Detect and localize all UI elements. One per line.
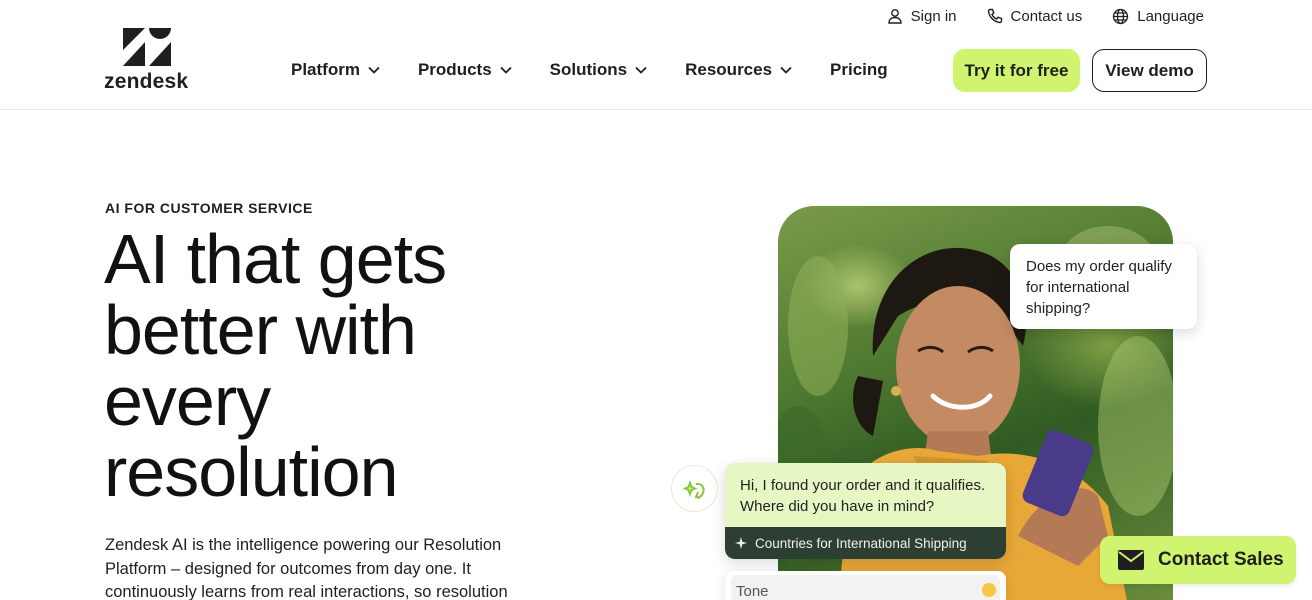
hero-description: Zendesk AI is the intelligence powering … [105, 534, 525, 600]
description-line: continuously learns from real interactio… [105, 583, 508, 600]
smile-emoji-icon [982, 583, 996, 597]
description-line: Platform – designed for outcomes from da… [105, 559, 471, 578]
tone-label: Tone [736, 583, 769, 600]
nav-label: Resources [685, 60, 773, 79]
contact-sales-label: Contact Sales [1158, 549, 1284, 570]
question-line: for international [1026, 279, 1130, 296]
headline-line: every [104, 362, 271, 440]
help-article-link[interactable]: Countries for International Shipping [725, 527, 1006, 559]
reply-line: Hi, I found your order and it qualifies. [740, 477, 986, 494]
nav-item-products[interactable]: Products [418, 58, 512, 82]
envelope-icon [1118, 550, 1144, 570]
hero-headline: AI that gets better with every resolutio… [104, 224, 564, 508]
ai-sparkle-icon [681, 479, 705, 499]
language-selector[interactable]: Language [1112, 6, 1204, 26]
headline-line: AI that gets [104, 220, 447, 298]
headline-line: better with [104, 291, 417, 369]
nav-item-pricing[interactable]: Pricing [830, 58, 888, 82]
nav-item-platform[interactable]: Platform [291, 58, 380, 82]
chevron-down-icon [635, 66, 647, 74]
site-header: zendesk Sign in Contact us Language Plat… [0, 0, 1312, 110]
nav-label: Platform [291, 60, 360, 79]
description-line: Zendesk AI is the intelligence powering … [105, 536, 502, 554]
nav-label: Products [417, 60, 492, 79]
zendesk-logo[interactable]: zendesk [104, 28, 194, 93]
language-label: Language [1137, 7, 1204, 25]
contact-sales-button[interactable]: Contact Sales [1100, 536, 1296, 584]
sign-in-link[interactable]: Sign in [887, 6, 957, 26]
nav-label: Pricing [830, 60, 888, 79]
logo-wordmark: zendesk [104, 70, 189, 93]
sparkle-icon [735, 537, 747, 549]
agent-reply-bubble: Hi, I found your order and it qualifies.… [725, 463, 1006, 559]
hero-eyebrow: AI FOR CUSTOMER SERVICE [105, 200, 313, 216]
question-line: Does my order qualify [1026, 258, 1172, 275]
nav-item-solutions[interactable]: Solutions [550, 58, 647, 82]
nav-item-resources[interactable]: Resources [685, 58, 792, 82]
ai-agent-avatar [671, 465, 718, 512]
customer-question-bubble: Does my order qualify for international … [1010, 244, 1197, 329]
help-article-label: Countries for International Shipping [755, 535, 967, 551]
contact-us-label: Contact us [1010, 7, 1083, 25]
user-icon [887, 9, 902, 24]
sign-in-label: Sign in [910, 7, 957, 25]
view-demo-button[interactable]: View demo [1092, 49, 1207, 92]
phone-icon [987, 8, 1002, 24]
chevron-down-icon [368, 66, 380, 74]
reply-line: Where did you have in mind? [740, 498, 935, 515]
agent-reply-text: Hi, I found your order and it qualifies.… [725, 463, 1006, 527]
chevron-down-icon [500, 66, 512, 74]
tone-field: Tone [731, 575, 1000, 600]
chevron-down-icon [780, 66, 792, 74]
main-nav: Platform Products Solutions Resources Pr… [291, 58, 926, 82]
tone-selector[interactable]: Tone [725, 571, 1006, 600]
globe-icon [1113, 8, 1129, 24]
zendesk-logo-icon [123, 28, 171, 66]
utility-nav: Sign in Contact us Language [887, 6, 1204, 26]
question-line: shipping? [1026, 300, 1091, 317]
nav-label: Solutions [549, 60, 628, 79]
headline-line: resolution [104, 433, 399, 511]
try-for-free-button[interactable]: Try it for free [953, 49, 1080, 92]
contact-us-link[interactable]: Contact us [987, 6, 1083, 26]
